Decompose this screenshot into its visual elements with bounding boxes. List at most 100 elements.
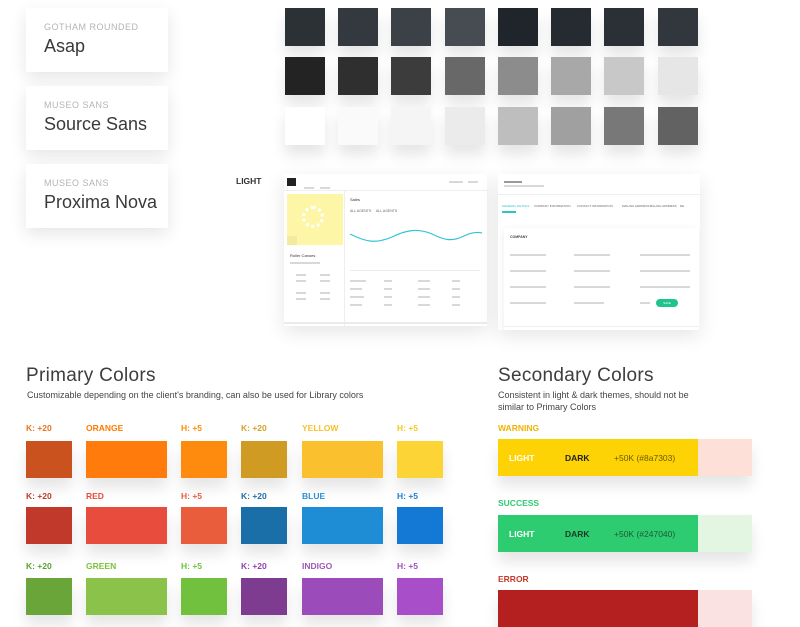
font-alias: MUSEO SANS: [44, 100, 110, 110]
primary-colors-subtitle: Customizable depending on the client's b…: [27, 390, 364, 400]
gray-swatch: [498, 8, 538, 46]
font-name: Source Sans: [44, 114, 148, 134]
app-logo: [287, 178, 296, 186]
company-form-mockup: GENERAL DETAILS COMPANY INFORMATION CONTAC…: [498, 174, 700, 330]
gray-swatch: [551, 8, 591, 46]
color-swatch: [26, 507, 72, 544]
color-label: K: +20: [241, 491, 267, 501]
secondary-color-name: SUCCESS: [498, 498, 540, 508]
gray-swatch: [445, 57, 485, 95]
color-label: INDIGO: [302, 561, 333, 571]
color-label: GREEN: [86, 561, 117, 571]
color-label: K: +20: [26, 561, 52, 571]
color-label: RED: [86, 491, 104, 501]
gray-swatch: [658, 107, 698, 145]
color-label: K: +20: [241, 561, 267, 571]
color-swatch: [181, 578, 227, 615]
gray-swatch: [391, 8, 431, 46]
gray-swatch: [604, 107, 644, 145]
color-label: K: +20: [26, 491, 52, 501]
color-label: YELLOW: [302, 423, 339, 433]
color-label: H: +5: [181, 491, 203, 501]
color-swatch: [86, 507, 167, 544]
form-tab[interactable]: BILLING ADDRESS: [650, 204, 677, 208]
gray-swatch: [338, 57, 378, 95]
sales-line-chart: [349, 229, 483, 242]
gray-swatch: [285, 107, 325, 145]
font-name: Proxima Nova: [44, 192, 158, 212]
color-swatch: [397, 441, 443, 478]
gray-swatch: [391, 57, 431, 95]
font-alias: GOTHAM ROUNDED: [44, 22, 139, 32]
color-swatch: [302, 578, 383, 615]
gray-swatch: [551, 57, 591, 95]
color-swatch: [86, 441, 167, 478]
gray-swatch: [338, 107, 378, 145]
primary-colors-title: Primary Colors: [26, 365, 156, 386]
color-label: H: +5: [397, 491, 419, 501]
dashboard-mockup: Roller Canoes Sales ALL AGENTS ALL AGENT…: [284, 174, 487, 326]
color-swatch: [241, 578, 287, 615]
secondary-color-bar: LIGHT DARK +50K (#247040): [498, 515, 752, 552]
color-swatch: [397, 507, 443, 544]
color-swatch: [26, 441, 72, 478]
chart-title: Sales: [350, 197, 361, 202]
color-label: K: +20: [26, 423, 52, 433]
dark-code-label: +50K (#8a7303): [614, 453, 676, 463]
font-card-source-sans: MUSEO SANS Source Sans: [26, 86, 168, 150]
font-name: Asap: [44, 36, 86, 56]
color-swatch: [241, 507, 287, 544]
gray-swatch: [551, 107, 591, 145]
color-swatch: [86, 578, 167, 615]
secondary-color-name: ERROR: [498, 574, 529, 584]
dark-label: DARK: [565, 453, 590, 463]
gray-swatch: [658, 8, 698, 46]
color-swatch: [241, 441, 287, 478]
color-swatch: [302, 507, 383, 544]
secondary-color-bar: [498, 590, 752, 627]
color-swatch: [26, 578, 72, 615]
form-tab[interactable]: GENERAL DETAILS: [502, 204, 529, 208]
color-label: BLUE: [302, 491, 326, 501]
color-swatch: [181, 507, 227, 544]
gray-swatch: [498, 107, 538, 145]
color-label: H: +5: [397, 561, 419, 571]
secondary-color-name: WARNING: [498, 423, 540, 433]
gray-swatch: [445, 107, 485, 145]
gray-swatch: [445, 8, 485, 46]
color-swatch: [397, 578, 443, 615]
color-swatch: [181, 441, 227, 478]
theme-label-light: LIGHT: [236, 176, 262, 186]
form-section-title: COMPANY: [510, 235, 528, 239]
save-button[interactable]: SAVE: [656, 299, 678, 307]
light-label: LIGHT: [509, 453, 535, 463]
color-label: ORANGE: [86, 423, 124, 433]
filter-dropdown[interactable]: ALL AGENTS: [376, 209, 397, 213]
light-label: LIGHT: [509, 529, 535, 539]
profile-name: Roller Canoes: [290, 253, 316, 258]
color-label: H: +5: [181, 423, 203, 433]
form-tab[interactable]: COMPANY INFORMATION: [534, 204, 571, 208]
secondary-color-bar: LIGHT DARK +50K (#8a7303): [498, 439, 752, 476]
filter-dropdown[interactable]: ALL AGENTS: [350, 209, 371, 213]
color-label: H: +5: [397, 423, 419, 433]
gray-swatch: [658, 57, 698, 95]
gray-swatch: [604, 8, 644, 46]
form-tab[interactable]: MAILING ADDRESS: [622, 204, 650, 208]
gray-swatch: [604, 57, 644, 95]
form-tab[interactable]: CONTACT INFORMATION: [577, 204, 613, 208]
secondary-colors-title: Secondary Colors: [498, 365, 654, 386]
dark-label: DARK: [565, 529, 590, 539]
gray-swatch: [498, 57, 538, 95]
color-label: K: +20: [241, 423, 267, 433]
font-card-proxima-nova: MUSEO SANS Proxima Nova: [26, 164, 168, 228]
gray-swatch: [391, 107, 431, 145]
form-tab[interactable]: DE: [680, 204, 684, 208]
font-alias: MUSEO SANS: [44, 178, 110, 188]
color-label: H: +5: [181, 561, 203, 571]
gray-swatch: [285, 57, 325, 95]
color-swatch: [302, 441, 383, 478]
gray-swatch: [285, 8, 325, 46]
gray-swatch: [338, 8, 378, 46]
secondary-colors-subtitle: Consistent in light & dark themes, shoul…: [498, 390, 689, 412]
